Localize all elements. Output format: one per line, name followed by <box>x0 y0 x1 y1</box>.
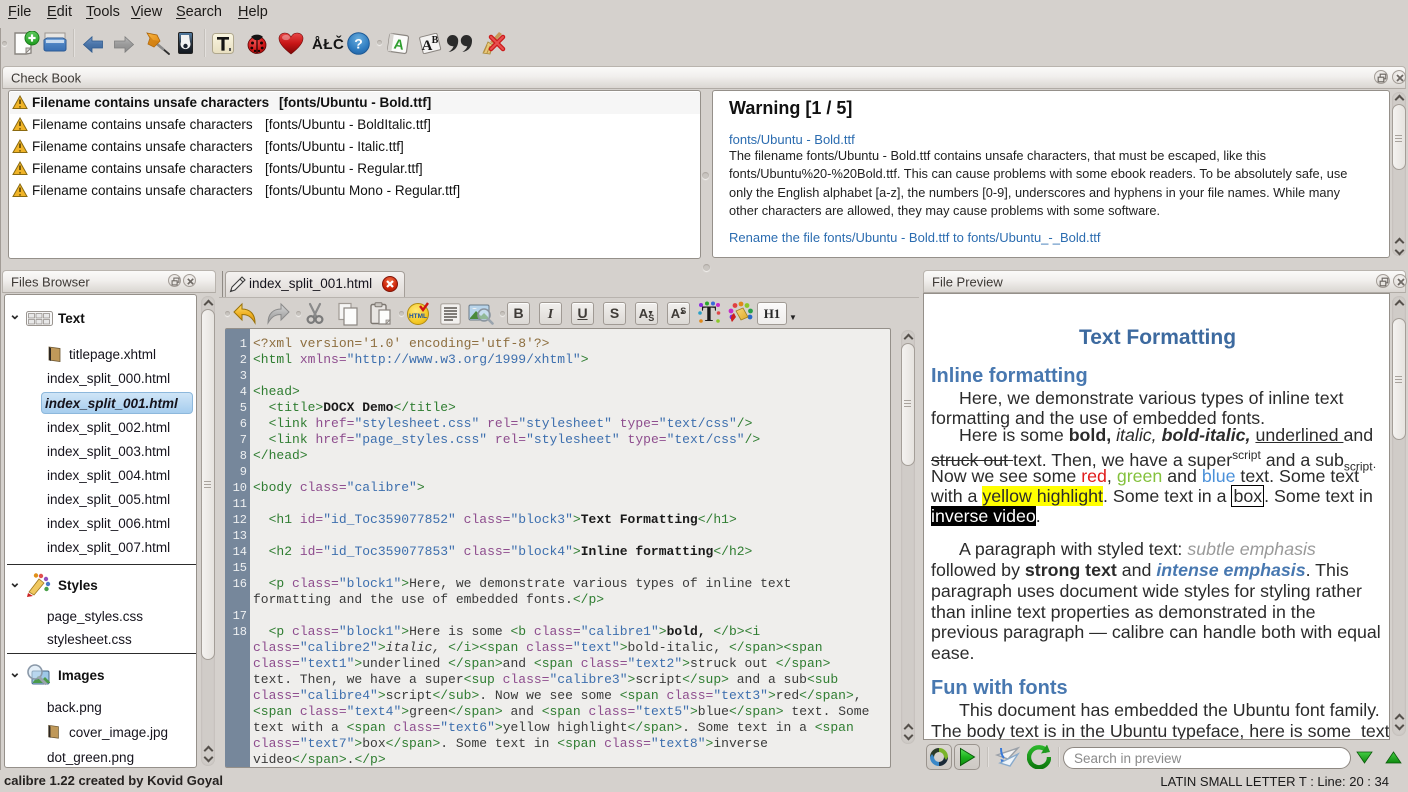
svg-text:HTML: HTML <box>409 313 427 320</box>
svg-text:?: ? <box>354 36 363 52</box>
svg-text:B: B <box>432 35 439 46</box>
